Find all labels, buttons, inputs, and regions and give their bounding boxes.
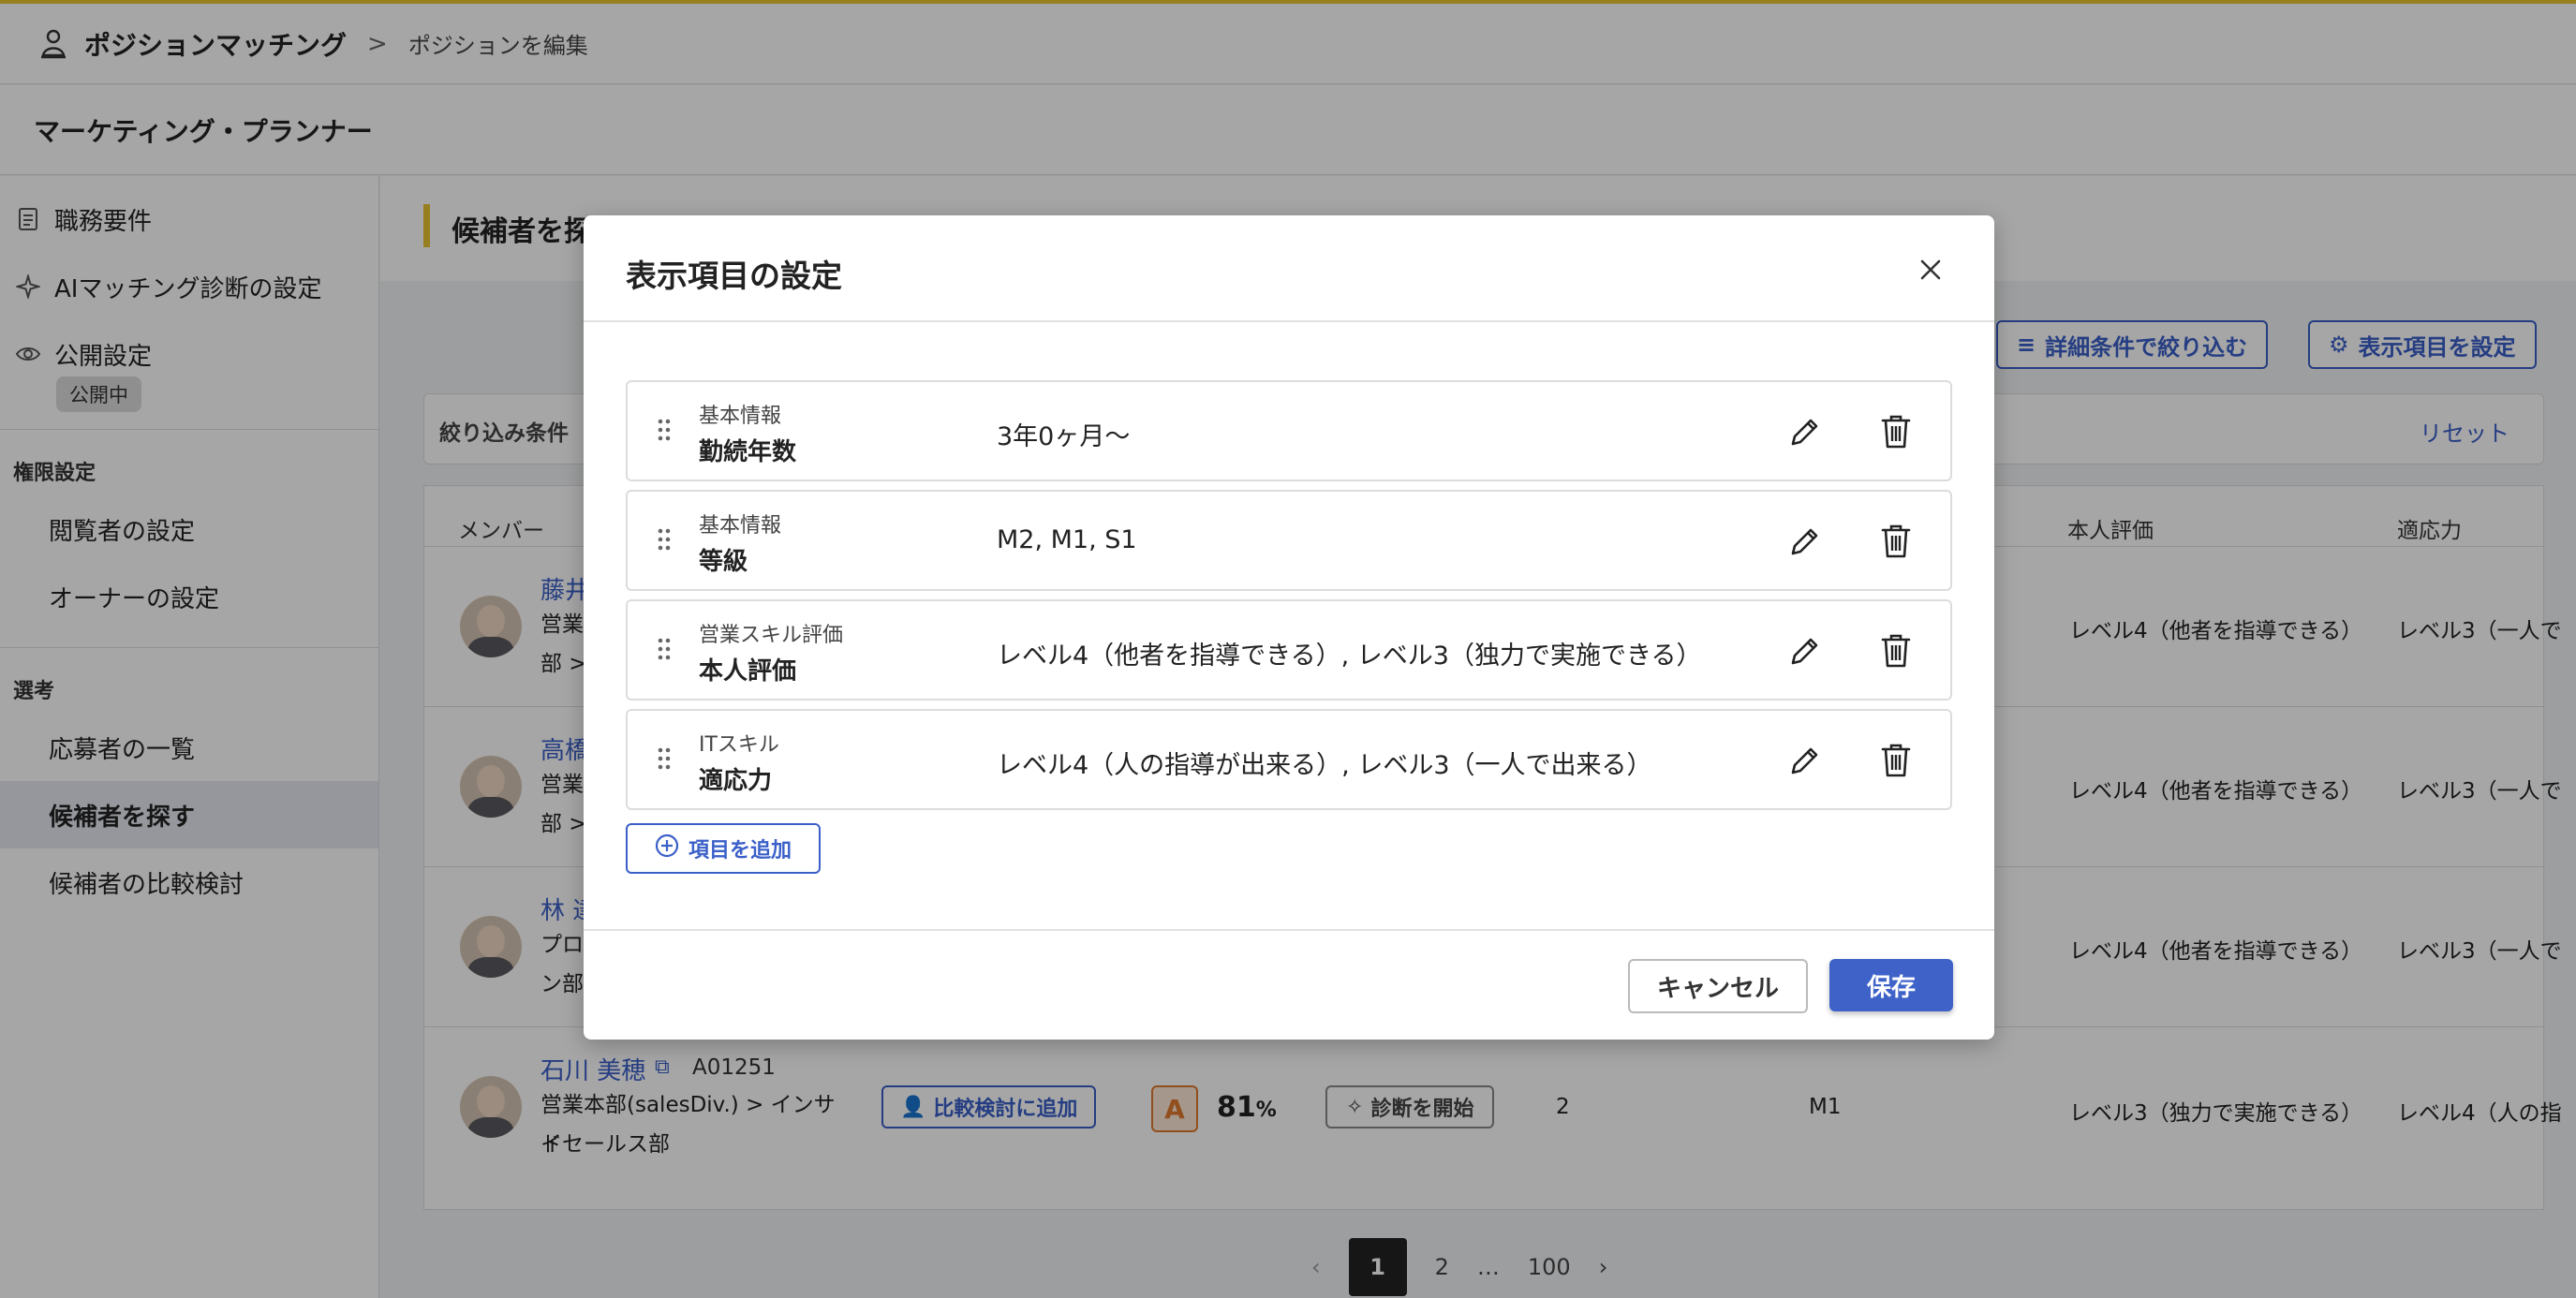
display-item[interactable]: 営業スキル評価 本人評価 レベル4（他者を指導できる）, レベル3（独力で実施で…	[626, 599, 1952, 701]
pencil-icon[interactable]	[1785, 743, 1823, 780]
item-category: ITスキル	[699, 733, 779, 757]
pencil-icon[interactable]	[1785, 414, 1823, 451]
pencil-icon[interactable]	[1785, 633, 1823, 671]
item-category: 基本情報	[699, 514, 782, 538]
trash-icon[interactable]	[1877, 631, 1915, 671]
trash-icon[interactable]	[1877, 741, 1915, 780]
modal-title: 表示項目の設定	[626, 258, 842, 294]
modal-header: 表示項目の設定	[584, 215, 1994, 322]
cancel-button[interactable]: キャンセル	[1628, 959, 1808, 1013]
item-category: 基本情報	[699, 405, 782, 428]
pencil-icon[interactable]	[1785, 524, 1823, 561]
item-name: 等級	[699, 548, 748, 576]
drag-handle-icon[interactable]	[656, 525, 673, 553]
display-settings-modal: 表示項目の設定 基本情報 勤続年数 3年0ヶ月〜 基本情報 等級 M2, M1,…	[584, 215, 1994, 1040]
display-item[interactable]: ITスキル 適応力 レベル4（人の指導が出来る）, レベル3（一人で出来る）	[626, 709, 1952, 810]
item-value: 3年0ヶ月〜	[997, 422, 1131, 451]
close-icon[interactable]	[1914, 253, 1947, 287]
display-item[interactable]: 基本情報 等級 M2, M1, S1	[626, 490, 1952, 591]
item-name: 勤続年数	[699, 438, 797, 466]
add-item-label: 項目を追加	[688, 839, 792, 863]
display-item[interactable]: 基本情報 勤続年数 3年0ヶ月〜	[626, 380, 1952, 481]
drag-handle-icon[interactable]	[656, 635, 673, 663]
item-category: 営業スキル評価	[699, 624, 844, 647]
item-name: 適応力	[699, 767, 773, 795]
trash-icon[interactable]	[1877, 522, 1915, 561]
display-item-list: 基本情報 勤続年数 3年0ヶ月〜 基本情報 等級 M2, M1, S1 営業スキ…	[626, 380, 1952, 819]
trash-icon[interactable]	[1877, 412, 1915, 451]
item-value: レベル4（他者を指導できる）, レベル3（独力で実施できる）	[997, 642, 1702, 671]
drag-handle-icon[interactable]	[656, 416, 673, 444]
drag-handle-icon[interactable]	[656, 745, 673, 773]
plus-circle-icon	[655, 833, 679, 863]
modal-footer: キャンセル 保存	[584, 929, 1994, 1040]
item-name: 本人評価	[699, 657, 797, 686]
item-value: M2, M1, S1	[997, 525, 1137, 554]
add-item-button[interactable]: 項目を追加	[626, 823, 821, 874]
item-value: レベル4（人の指導が出来る）, レベル3（一人で出来る）	[997, 751, 1652, 780]
save-button[interactable]: 保存	[1829, 959, 1953, 1011]
